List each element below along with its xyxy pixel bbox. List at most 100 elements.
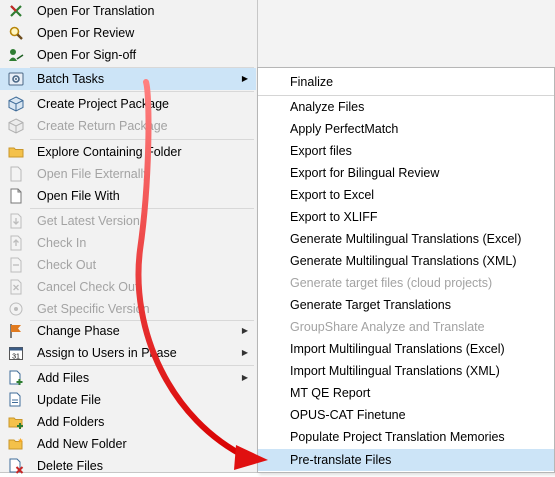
magnifier-icon [9, 26, 23, 40]
menu-item-label: Check In [37, 236, 87, 250]
menu-item-open-file-with[interactable]: Open File With [0, 185, 256, 207]
submenu-item-label: Pre-translate Files [290, 453, 392, 467]
submenu-item-label: Generate target files (cloud projects) [290, 276, 493, 290]
menu-item-explore-containing-folder[interactable]: Explore Containing Folder [0, 141, 256, 163]
file-external-icon [10, 166, 22, 182]
menu-item-label: Explore Containing Folder [37, 145, 182, 159]
new-folder-icon [8, 438, 23, 450]
submenu-item-label: Populate Project Translation Memories [290, 430, 505, 444]
cancel-checkout-icon [10, 279, 22, 295]
submenu-item-label: Generate Target Translations [290, 298, 451, 312]
menu-item-label: Add Files [37, 371, 90, 385]
delete-files-icon [9, 458, 24, 474]
submenu-item-generate-target-cloud[interactable]: Generate target files (cloud projects) [258, 272, 554, 294]
menu-item-open-for-translation[interactable]: Open For Translation [0, 0, 256, 22]
menu-separator [30, 139, 254, 140]
submenu-item-import-multilingual-excel[interactable]: Import Multilingual Translations (Excel) [258, 338, 554, 360]
submenu-item-label: OPUS-CAT Finetune [290, 408, 406, 422]
submenu-item-generate-target-translations[interactable]: Generate Target Translations [258, 294, 554, 316]
menu-item-add-new-folder[interactable]: Add New Folder [0, 433, 256, 455]
submenu-item-export-files[interactable]: Export files [258, 140, 554, 162]
batch-tasks-icon [8, 72, 24, 86]
submenu-item-label: Export for Bilingual Review [290, 166, 440, 180]
menu-item-cancel-check-out[interactable]: Cancel Check Out [0, 276, 256, 298]
menu-item-create-project-package[interactable]: Create Project Package [0, 93, 256, 115]
open-translation-icon [10, 5, 22, 17]
menu-item-open-for-review[interactable]: Open For Review [0, 22, 256, 44]
package-icon [8, 96, 24, 112]
menu-item-label: Open For Review [37, 26, 135, 40]
menu-item-label: Update File [37, 393, 101, 407]
menu-item-label: Open File With [37, 189, 120, 203]
menu-item-update-file[interactable]: Update File [0, 389, 256, 411]
submenu-item-mt-qe-report[interactable]: MT QE Report [258, 382, 554, 404]
menu-item-assign-to-users-in-phase[interactable]: 31 Assign to Users in Phase ▶ [0, 342, 256, 364]
sign-off-icon [9, 49, 24, 61]
submenu-item-groupshare-analyze-translate[interactable]: GroupShare Analyze and Translate [258, 316, 554, 338]
submenu-item-generate-multilingual-xml[interactable]: Generate Multilingual Translations (XML) [258, 250, 554, 272]
submenu-item-finalize[interactable]: Finalize [258, 68, 554, 96]
menu-item-add-folders[interactable]: Add Folders [0, 411, 256, 433]
menu-item-add-files[interactable]: Add Files ▶ [0, 367, 256, 389]
svg-text:31: 31 [12, 354, 20, 361]
submenu-item-label: Generate Multilingual Translations (Exce… [290, 232, 522, 246]
menu-item-check-out[interactable]: Check Out [0, 254, 256, 276]
menu-item-label: Open File Externally [37, 167, 150, 181]
submenu-item-label: Export to XLIFF [290, 210, 378, 224]
menu-item-label: Create Return Package [37, 119, 168, 133]
submenu-arrow-icon: ▶ [241, 348, 248, 357]
menu-item-label: Assign to Users in Phase [37, 346, 177, 360]
check-out-icon [10, 257, 22, 273]
submenu-item-label: GroupShare Analyze and Translate [290, 320, 485, 334]
menu-item-label: Add New Folder [37, 437, 127, 451]
menu-item-label: Add Folders [37, 415, 105, 429]
submenu-item-label: Apply PerfectMatch [290, 122, 399, 136]
return-package-icon [8, 118, 24, 134]
submenu-item-pre-translate-files[interactable]: Pre-translate Files [258, 449, 554, 471]
menu-item-check-in[interactable]: Check In [0, 232, 256, 254]
menu-item-label: Check Out [37, 258, 97, 272]
submenu-item-label: Export files [290, 144, 352, 158]
menu-item-create-return-package[interactable]: Create Return Package [0, 115, 256, 137]
submenu-item-label: Analyze Files [290, 100, 365, 114]
get-latest-icon [10, 213, 22, 229]
menu-item-label: Cancel Check Out [37, 280, 139, 294]
menu-item-label: Delete Files [37, 459, 103, 473]
submenu-item-export-to-excel[interactable]: Export to Excel [258, 184, 554, 206]
add-folders-icon [8, 417, 23, 429]
menu-item-open-for-sign-off[interactable]: Open For Sign-off [0, 44, 256, 66]
submenu-arrow-icon: ▶ [241, 373, 248, 382]
submenu-item-label: Import Multilingual Translations (Excel) [290, 342, 505, 356]
batch-tasks-submenu: Finalize Analyze Files Apply PerfectMatc… [257, 67, 555, 473]
submenu-item-analyze-files[interactable]: Analyze Files [258, 96, 554, 118]
specific-version-icon [9, 302, 23, 316]
submenu-item-label: Generate Multilingual Translations (XML) [290, 254, 517, 268]
submenu-item-populate-project-tm[interactable]: Populate Project Translation Memories [258, 426, 554, 448]
menu-item-label: Batch Tasks [37, 72, 105, 86]
submenu-item-export-to-xliff[interactable]: Export to XLIFF [258, 206, 554, 228]
submenu-item-opus-cat-finetune[interactable]: OPUS-CAT Finetune [258, 404, 554, 426]
menu-item-label: Open For Sign-off [37, 48, 137, 62]
menu-item-change-phase[interactable]: Change Phase ▶ [0, 320, 256, 342]
menu-item-batch-tasks[interactable]: Batch Tasks ▶ [0, 68, 256, 90]
submenu-item-label: Import Multilingual Translations (XML) [290, 364, 500, 378]
update-file-icon [9, 392, 21, 407]
submenu-arrow-icon: ▶ [241, 326, 248, 335]
folder-icon [8, 147, 24, 158]
menu-item-open-file-externally[interactable]: Open File Externally [0, 163, 256, 185]
context-menu: Open For Translation Open For Review Ope… [0, 0, 258, 474]
submenu-item-export-for-bilingual-review[interactable]: Export for Bilingual Review [258, 162, 554, 184]
phase-flag-icon [10, 324, 21, 338]
submenu-arrow-icon: ▶ [241, 74, 248, 83]
add-files-icon [9, 370, 23, 385]
submenu-item-apply-perfectmatch[interactable]: Apply PerfectMatch [258, 118, 554, 140]
submenu-item-generate-multilingual-excel[interactable]: Generate Multilingual Translations (Exce… [258, 228, 554, 250]
menu-item-get-specific-version[interactable]: Get Specific Version [0, 298, 256, 320]
menu-separator [30, 365, 254, 366]
background-strip [256, 0, 555, 68]
submenu-item-label: MT QE Report [290, 386, 371, 400]
file-with-icon [10, 188, 22, 204]
menu-item-delete-files[interactable]: Delete Files [0, 455, 256, 477]
submenu-item-import-multilingual-xml[interactable]: Import Multilingual Translations (XML) [258, 360, 554, 382]
menu-item-get-latest-version[interactable]: Get Latest Version [0, 210, 256, 232]
